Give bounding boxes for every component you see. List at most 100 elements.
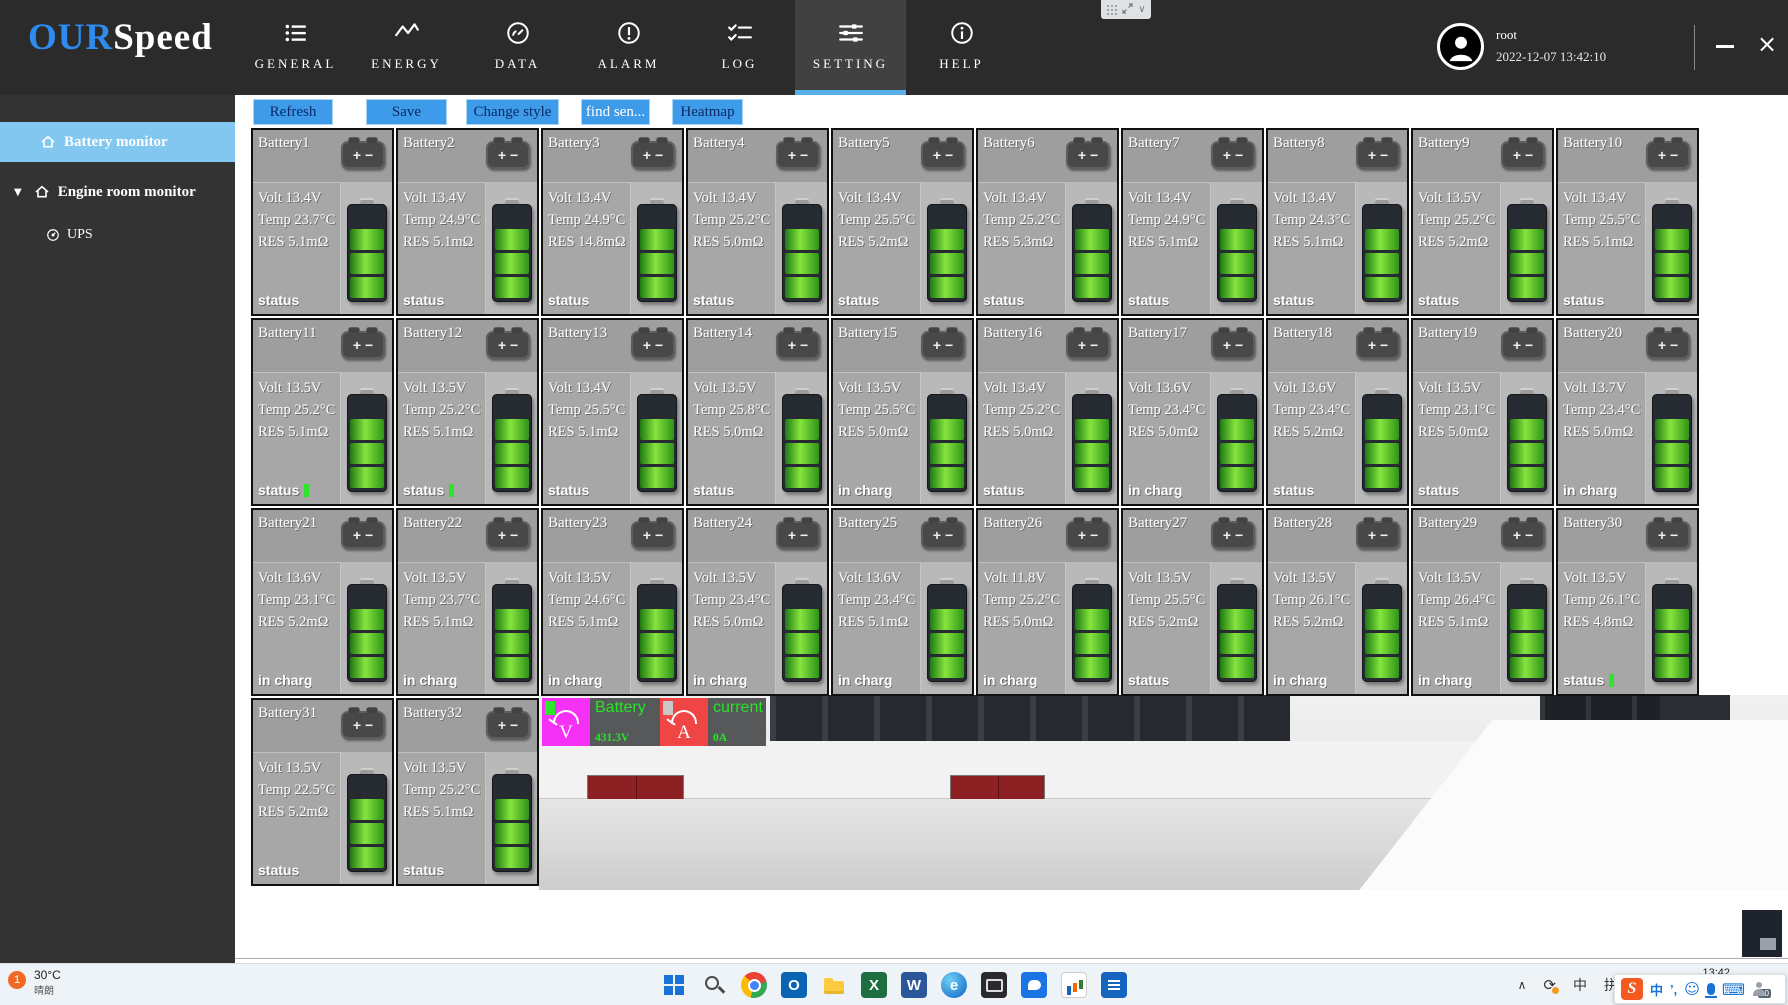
- battery-level-panel: [1355, 562, 1407, 694]
- hidden-icons-caret[interactable]: ∧: [1518, 978, 1527, 992]
- voltmeter-icon: V: [542, 698, 590, 746]
- battery-card[interactable]: Battery24 +− Volt 13.5V Temp 23.4°C RES …: [686, 508, 829, 696]
- keyboard-icon[interactable]: ⌨: [1722, 980, 1745, 999]
- edge-taskbar-icon[interactable]: [941, 972, 967, 998]
- tab-setting[interactable]: SETTING: [795, 0, 906, 95]
- battery-card[interactable]: Battery9 +− Volt 13.5V Temp 25.2°C RES 5…: [1411, 128, 1554, 316]
- start-taskbar-icon[interactable]: [661, 972, 687, 998]
- battery-level-icon: [782, 388, 822, 492]
- battery-status: status: [403, 862, 444, 878]
- battery-card[interactable]: Battery10 +− Volt 13.4V Temp 25.5°C RES …: [1556, 128, 1699, 316]
- battery-card[interactable]: Battery22 +− Volt 13.5V Temp 23.7°C RES …: [396, 508, 539, 696]
- battery-res: RES 5.2mΩ: [1273, 421, 1361, 443]
- grid-dots-icon: [1106, 4, 1117, 15]
- battery-card[interactable]: Battery25 +− Volt 13.6V Temp 23.4°C RES …: [831, 508, 974, 696]
- battery-level-panel: [775, 372, 827, 504]
- battery-card[interactable]: Battery21 +− Volt 13.6V Temp 23.1°C RES …: [251, 508, 394, 696]
- battery-volt: Volt 13.4V: [693, 187, 781, 209]
- save-button[interactable]: Save: [366, 99, 447, 125]
- messenger-taskbar-icon[interactable]: [1021, 972, 1047, 998]
- ammeter-widget[interactable]: A current 0A: [660, 698, 766, 746]
- battery-card[interactable]: Battery32 +− Volt 13.5V Temp 25.2°C RES …: [396, 698, 539, 886]
- user-account-icon[interactable]: 10: [1752, 982, 1766, 996]
- battery-card[interactable]: Battery17 +− Volt 13.6V Temp 23.4°C RES …: [1121, 318, 1264, 506]
- tab-help[interactable]: HELP: [906, 0, 1017, 95]
- refresh-button[interactable]: Refresh: [253, 99, 333, 125]
- sogou-logo-icon[interactable]: S: [1621, 978, 1643, 1000]
- battery-card[interactable]: Battery11 +− Volt 13.5V Temp 25.2°C RES …: [251, 318, 394, 506]
- battery-card[interactable]: Battery26 +− Volt 11.8V Temp 25.2°C RES …: [976, 508, 1119, 696]
- tab-data[interactable]: DATA: [462, 0, 573, 95]
- voltmeter-widget[interactable]: V Battery 431.3V: [542, 698, 660, 746]
- battery-card[interactable]: Battery3 +− Volt 13.4V Temp 24.9°C RES 1…: [541, 128, 684, 316]
- minimize-button[interactable]: [1716, 45, 1734, 48]
- battery-card[interactable]: Battery31 +− Volt 13.5V Temp 22.5°C RES …: [251, 698, 394, 886]
- excel-taskbar-icon[interactable]: [861, 972, 887, 998]
- battery-card-title: Battery21: [258, 515, 317, 532]
- battery-card[interactable]: Battery6 +− Volt 13.4V Temp 25.2°C RES 5…: [976, 128, 1119, 316]
- battery-volt: Volt 13.5V: [403, 377, 491, 399]
- tab-label: ENERGY: [371, 56, 442, 72]
- battery-card[interactable]: Battery13 +− Volt 13.4V Temp 25.5°C RES …: [541, 318, 684, 506]
- battery-card[interactable]: Battery16 +− Volt 13.4V Temp 25.2°C RES …: [976, 318, 1119, 506]
- sidebar-item-battery-monitor[interactable]: Battery monitor: [0, 122, 235, 162]
- battery-card[interactable]: Battery8 +− Volt 13.4V Temp 24.3°C RES 5…: [1266, 128, 1409, 316]
- tab-log[interactable]: LOG: [684, 0, 795, 95]
- sidebar-item-engine-room-monitor[interactable]: ▼ Engine room monitor: [0, 175, 235, 209]
- close-button[interactable]: ×: [1757, 32, 1777, 56]
- folder-taskbar-icon[interactable]: [821, 972, 847, 998]
- horizontal-scroll-track[interactable]: [235, 958, 1788, 959]
- battery-terminals-icon: +−: [486, 141, 530, 169]
- window-dock-widget[interactable]: ∨: [1101, 0, 1151, 19]
- battery-volt: Volt 13.5V: [1563, 567, 1651, 589]
- battery-card[interactable]: Battery5 +− Volt 13.4V Temp 25.5°C RES 5…: [831, 128, 974, 316]
- outlook-taskbar-icon[interactable]: [781, 972, 807, 998]
- battery-card[interactable]: Battery18 +− Volt 13.6V Temp 23.4°C RES …: [1266, 318, 1409, 506]
- logo-part-1: OUR: [28, 17, 113, 58]
- language-indicator[interactable]: 中: [1573, 975, 1587, 995]
- battery-res: RES 5.2mΩ: [1273, 611, 1361, 633]
- tab-general[interactable]: GENERAL: [240, 0, 351, 95]
- search-taskbar-icon[interactable]: [701, 972, 727, 998]
- battery-card[interactable]: Battery27 +− Volt 13.5V Temp 25.5°C RES …: [1121, 508, 1264, 696]
- punctuation-toggle[interactable]: ’,: [1670, 982, 1677, 997]
- snipping-taskbar-icon[interactable]: [981, 972, 1007, 998]
- battery-level-panel: [340, 562, 392, 694]
- battery-card[interactable]: Battery29 +− Volt 13.5V Temp 26.4°C RES …: [1411, 508, 1554, 696]
- sync-icon[interactable]: ⟳: [1543, 976, 1556, 994]
- meter-unit-letter: V: [542, 722, 590, 744]
- battery-card[interactable]: Battery30 +− Volt 13.5V Temp 26.1°C RES …: [1556, 508, 1699, 696]
- tab-alarm[interactable]: ALARM: [573, 0, 684, 95]
- weather-widget[interactable]: 1 30°C 晴朗: [8, 968, 61, 997]
- battery-card[interactable]: Battery2 +− Volt 13.4V Temp 24.9°C RES 5…: [396, 128, 539, 316]
- battery-terminals-icon: +−: [341, 331, 385, 359]
- emoji-icon[interactable]: ☺: [1684, 980, 1700, 998]
- battery-card[interactable]: Battery15 +− Volt 13.5V Temp 25.5°C RES …: [831, 318, 974, 506]
- battery-card[interactable]: Battery23 +− Volt 13.5V Temp 24.6°C RES …: [541, 508, 684, 696]
- heatmap-button[interactable]: Heatmap: [672, 99, 743, 125]
- ime-lang-toggle[interactable]: 中: [1650, 980, 1663, 999]
- chrome-taskbar-icon[interactable]: [741, 972, 767, 998]
- battery-card[interactable]: Battery4 +− Volt 13.4V Temp 25.2°C RES 5…: [686, 128, 829, 316]
- stocks-taskbar-icon[interactable]: [1061, 972, 1087, 998]
- tab-energy[interactable]: ENERGY: [351, 0, 462, 95]
- sidebar-item-ups[interactable]: UPS: [0, 221, 235, 249]
- battery-card[interactable]: Battery7 +− Volt 13.4V Temp 24.9°C RES 5…: [1121, 128, 1264, 316]
- find-sensor-button[interactable]: find sen...: [581, 99, 650, 125]
- battery-card[interactable]: Battery20 +− Volt 13.7V Temp 23.4°C RES …: [1556, 318, 1699, 506]
- battery-volt: Volt 13.6V: [1128, 377, 1216, 399]
- battery-level-panel: [1645, 182, 1697, 314]
- battery-level-icon: [927, 198, 967, 302]
- battery-card[interactable]: Battery1 +− Volt 13.4V Temp 23.7°C RES 5…: [251, 128, 394, 316]
- battery-card[interactable]: Battery28 +− Volt 13.5V Temp 26.1°C RES …: [1266, 508, 1409, 696]
- battery-card[interactable]: Battery14 +− Volt 13.5V Temp 25.8°C RES …: [686, 318, 829, 506]
- corner-camera-widget[interactable]: [1742, 910, 1782, 957]
- change-style-button[interactable]: Change style: [466, 99, 559, 125]
- battery-card[interactable]: Battery12 +− Volt 13.5V Temp 25.2°C RES …: [396, 318, 539, 506]
- app-taskbar-icon[interactable]: [1101, 972, 1127, 998]
- microphone-icon[interactable]: [1707, 983, 1715, 995]
- battery-card[interactable]: Battery19 +− Volt 13.5V Temp 23.1°C RES …: [1411, 318, 1554, 506]
- word-taskbar-icon[interactable]: [901, 972, 927, 998]
- battery-terminals-icon: +−: [341, 521, 385, 549]
- battery-temp: Temp 23.7°C: [258, 209, 346, 231]
